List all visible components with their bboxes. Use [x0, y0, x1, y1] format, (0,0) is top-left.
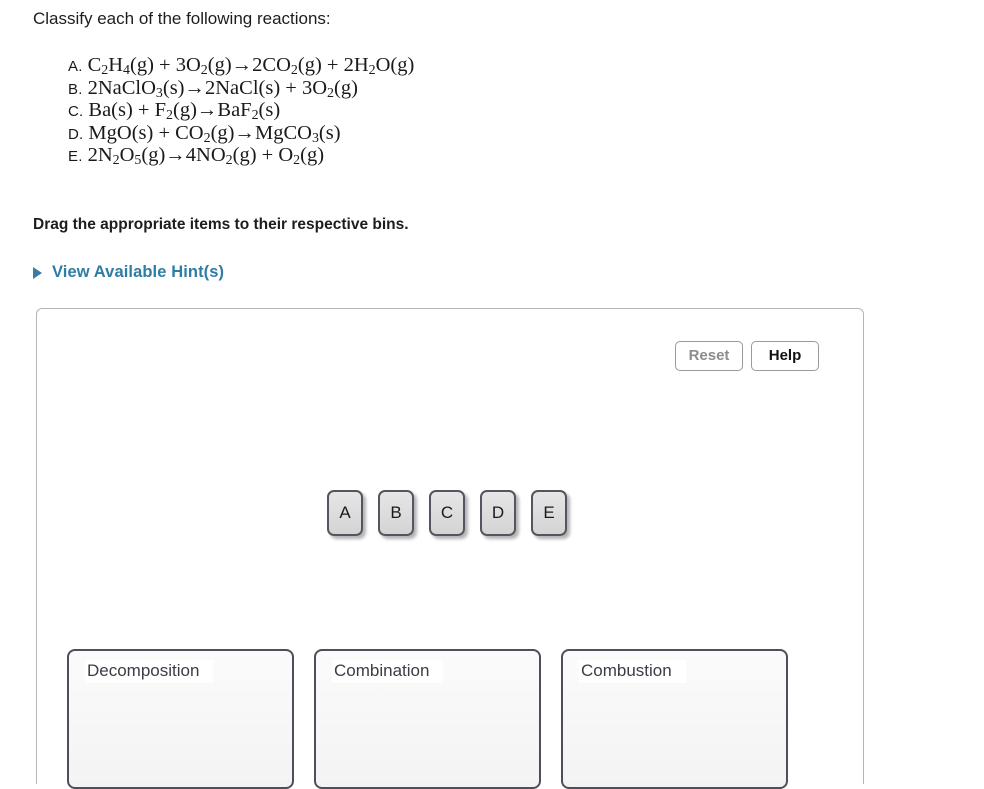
draggable-tile-a[interactable]: A — [327, 490, 363, 536]
drop-bin-decomposition[interactable]: Decomposition — [67, 649, 294, 789]
list-item: A. C2H4(g) + 3O2(g)→2CO2(g) + 2H2O(g) — [68, 54, 415, 79]
list-item: E. 2N2O5(g)→4NO2(g) + O2(g) — [68, 144, 414, 169]
draggable-tile-d[interactable]: D — [480, 490, 516, 536]
equation-label-d: D. — [68, 125, 84, 143]
view-available-hints-link[interactable]: View Available Hint(s) — [33, 263, 224, 282]
drop-bin-combination[interactable]: Combination — [314, 649, 541, 789]
equation-body-c: Ba(s) + F2(g)→BaF2(s) — [88, 99, 281, 124]
equation-label-a: A. — [68, 58, 83, 75]
bin-label: Decomposition — [85, 660, 214, 683]
equation-body-a: C2H4(g) + 3O2(g)→2CO2(g) + 2H2O(g) — [87, 54, 415, 79]
equation-label-b: B. — [68, 80, 83, 98]
draggable-tile-c[interactable]: C — [429, 490, 465, 536]
bin-label: Combustion — [579, 660, 686, 683]
view-available-hints-label: View Available Hint(s) — [52, 263, 225, 281]
draggable-item-tray: A B C D E — [327, 490, 567, 536]
equation-body-b: 2NaClO3(s)→2NaCl(s) + 3O2(g) — [87, 76, 358, 101]
reset-button[interactable]: Reset — [675, 341, 743, 371]
drag-drop-panel: Reset Help A B C D E Decomposition Combi… — [36, 308, 864, 789]
equation-body-e: 2N2O5(g)→4NO2(g) + O2(g) — [87, 144, 325, 169]
list-item: B. 2NaClO3(s)→2NaCl(s) + 3O2(g) — [68, 76, 414, 101]
equation-body-d: MgO(s) + CO2(g)→MgCO3(s) — [88, 121, 341, 146]
equation-label-c: C. — [68, 103, 84, 120]
list-item: C. Ba(s) + F2(g)→BaF2(s) — [68, 99, 414, 124]
drag-instruction: Drag the appropriate items to their resp… — [33, 216, 409, 233]
reaction-equation-list: A. C2H4(g) + 3O2(g)→2CO2(g) + 2H2O(g) B.… — [68, 54, 415, 169]
bin-label: Combination — [332, 660, 444, 683]
draggable-tile-e[interactable]: E — [531, 490, 567, 536]
equation-label-e: E. — [68, 148, 83, 165]
draggable-tile-b[interactable]: B — [378, 490, 414, 536]
list-item: D. MgO(s) + CO2(g)→MgCO3(s) — [68, 121, 414, 146]
triangle-right-icon — [33, 266, 42, 279]
page-title: Classify each of the following reactions… — [33, 9, 331, 28]
help-button[interactable]: Help — [751, 341, 819, 371]
drop-bin-row: Decomposition Combination Combustion — [67, 649, 788, 789]
drop-bin-combustion[interactable]: Combustion — [561, 649, 788, 789]
panel-toolbar: Reset Help — [675, 341, 819, 371]
